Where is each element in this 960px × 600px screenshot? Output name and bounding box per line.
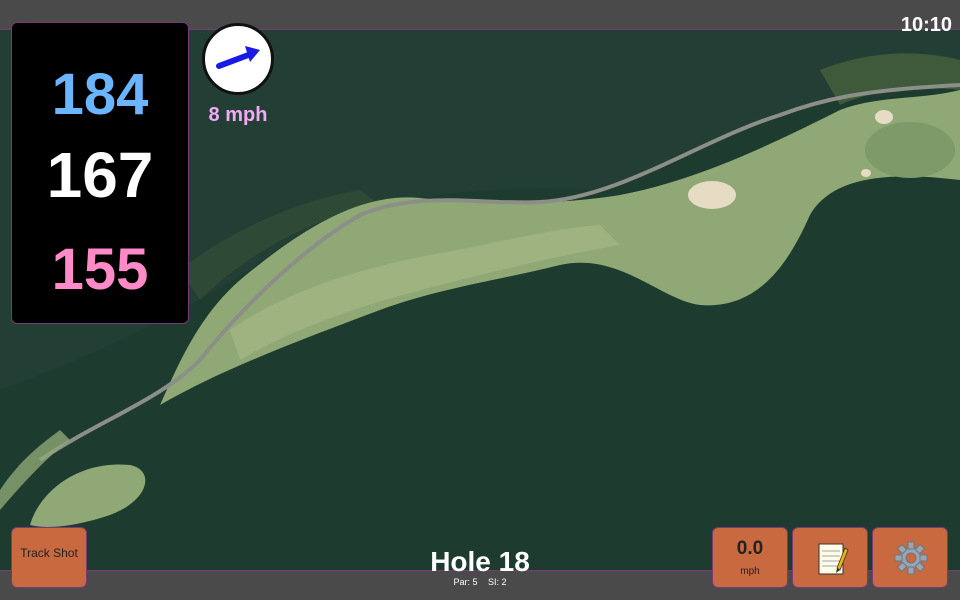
back-of-green-distance: 184 bbox=[51, 62, 149, 127]
hole-info: Par: 5 SI: 2 bbox=[380, 577, 580, 587]
distance-panel[interactable]: 184 167 155 bbox=[11, 22, 189, 324]
wind-indicator bbox=[202, 23, 274, 95]
hole-stroke-index: SI: 2 bbox=[488, 577, 507, 587]
hole-par: Par: 5 bbox=[453, 577, 478, 587]
speed-unit: mph bbox=[740, 566, 760, 577]
track-shot-button[interactable]: Track Shot bbox=[11, 527, 87, 588]
gear-icon bbox=[894, 541, 928, 575]
wind-direction-arrow-icon bbox=[216, 46, 260, 69]
speed-button[interactable]: 0.0 mph bbox=[712, 527, 788, 588]
wind-speed: 8 mph bbox=[208, 104, 268, 126]
track-shot-label: Track Shot bbox=[20, 546, 78, 560]
notepad-icon bbox=[818, 543, 849, 575]
settings-button[interactable] bbox=[872, 527, 948, 588]
front-of-green-distance: 155 bbox=[51, 237, 149, 302]
speed-value: 0.0 bbox=[736, 538, 764, 559]
middle-of-green-distance: 167 bbox=[46, 139, 154, 211]
notes-button[interactable] bbox=[792, 527, 868, 588]
clock: 10:10 bbox=[900, 14, 952, 36]
hole-title: Hole 18 bbox=[430, 546, 530, 577]
